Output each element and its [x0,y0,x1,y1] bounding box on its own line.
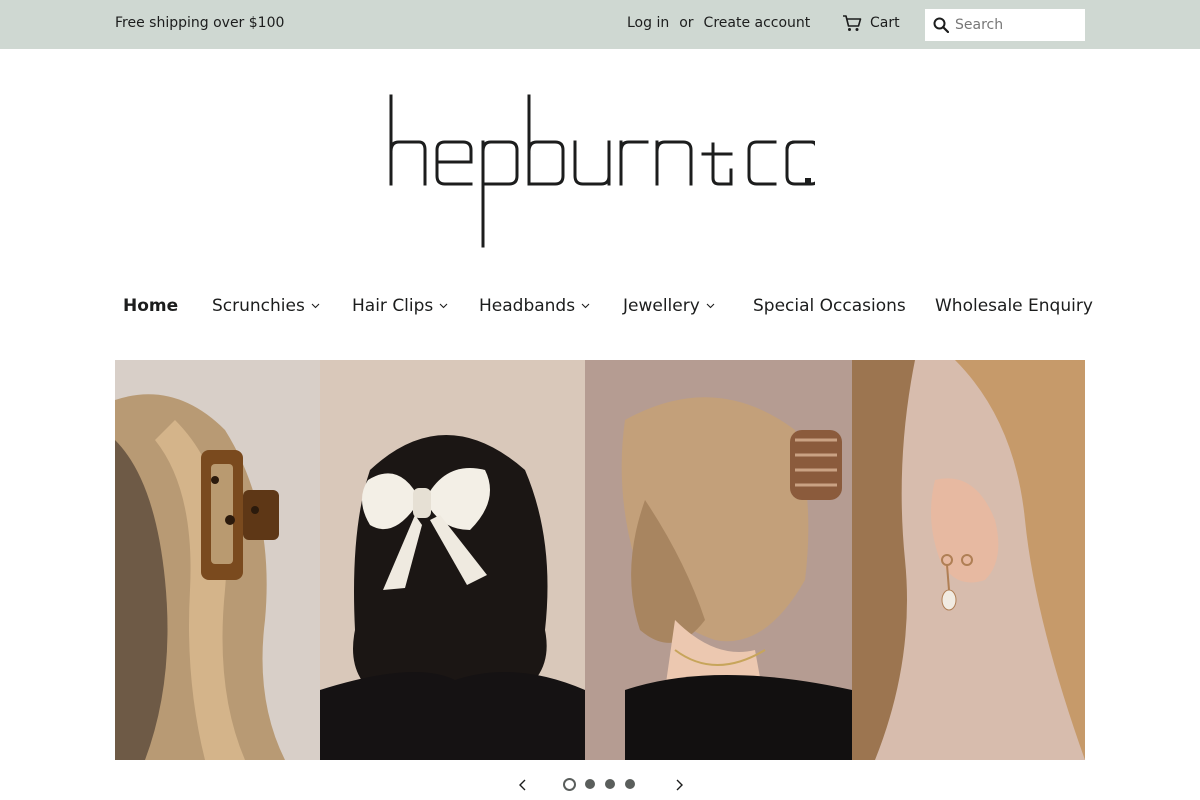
hero-image [115,360,1085,760]
login-link[interactable]: Log in [627,15,669,31]
nav-item-wholesale-enquiry[interactable]: Wholesale Enquiry [935,296,1093,316]
slider-dot-4[interactable] [625,779,635,789]
create-account-link[interactable]: Create account [704,15,811,31]
main-nav: Home Scrunchies Hair Clips Headbands Jew… [115,296,1093,322]
slider-dot-2[interactable] [585,779,595,789]
hero-slideshow[interactable] [115,360,1085,760]
nav-item-home[interactable]: Home [123,296,178,316]
cart-icon [843,15,862,31]
chevron-right-icon[interactable] [670,776,688,794]
chevron-left-icon[interactable] [514,776,532,794]
chevron-down-icon [581,303,590,309]
nav-item-hair-clips[interactable]: Hair Clips [352,296,448,316]
brand-logo[interactable] [385,92,815,252]
nav-item-scrunchies[interactable]: Scrunchies [212,296,320,316]
chevron-down-icon [439,303,448,309]
nav-item-special-occasions[interactable]: Special Occasions [753,296,906,316]
cart-link[interactable]: Cart [842,14,900,32]
chevron-down-icon [706,303,715,309]
search-input[interactable] [955,17,1075,33]
or-text: or [679,15,694,31]
slider-controls [0,772,1200,798]
shipping-announcement: Free shipping over $100 [115,15,285,31]
nav-item-jewellery[interactable]: Jewellery [623,296,715,316]
search-icon[interactable] [933,17,949,33]
account-links: Log in or Create account [627,15,810,31]
search-box [925,9,1085,41]
slider-dot-1[interactable] [563,778,576,791]
top-bar: Free shipping over $100 Log in or Create… [0,0,1200,49]
cart-label: Cart [870,15,900,31]
chevron-down-icon [311,303,320,309]
slider-dot-3[interactable] [605,779,615,789]
nav-item-headbands[interactable]: Headbands [479,296,590,316]
